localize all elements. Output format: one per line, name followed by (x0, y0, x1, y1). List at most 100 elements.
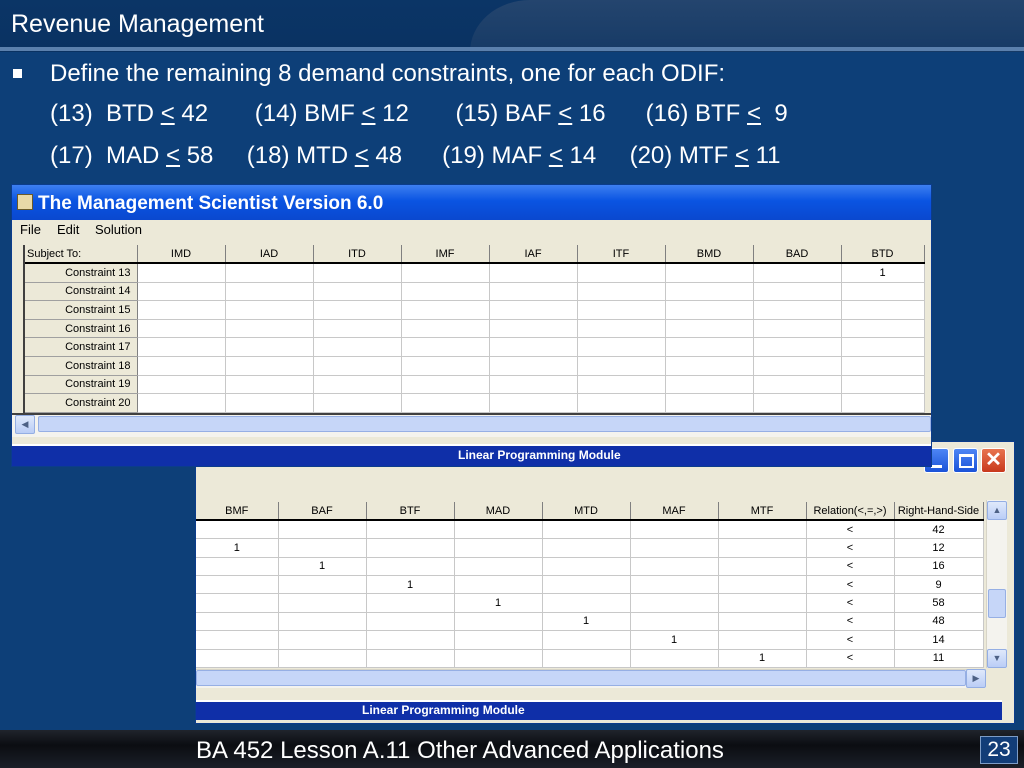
grid-cell[interactable] (630, 538, 719, 558)
front-horizontal-scroll-thumb[interactable] (38, 416, 931, 432)
scroll-down-button[interactable]: ▼ (987, 649, 1007, 668)
grid-cell[interactable] (665, 282, 754, 302)
column-header[interactable]: Right-Hand-Side (894, 502, 984, 521)
grid-cell[interactable] (489, 300, 578, 320)
column-header[interactable]: MTD (542, 502, 631, 521)
column-header[interactable]: Relation(<,=,>) (806, 502, 895, 521)
grid-cell[interactable] (577, 282, 666, 302)
grid-cell[interactable] (278, 538, 367, 558)
vertical-scroll-thumb[interactable] (988, 589, 1006, 618)
column-header[interactable]: BAD (753, 245, 842, 264)
column-header[interactable]: BMD (665, 245, 754, 264)
grid-cell[interactable] (313, 375, 402, 395)
grid-cell[interactable] (841, 300, 925, 320)
grid-cell[interactable] (841, 375, 925, 395)
row-header[interactable]: Constraint 16 (25, 319, 138, 339)
grid-cell[interactable] (489, 319, 578, 339)
grid-cell[interactable] (366, 538, 455, 558)
row-header[interactable]: Constraint 15 (25, 300, 138, 320)
grid-cell[interactable] (366, 630, 455, 650)
grid-cell[interactable] (577, 319, 666, 339)
grid-cell[interactable] (401, 375, 490, 395)
column-header[interactable]: MTF (718, 502, 807, 521)
grid-cell[interactable] (313, 300, 402, 320)
grid-cell[interactable] (753, 319, 842, 339)
grid-cell[interactable]: < (806, 649, 895, 669)
grid-cell[interactable] (313, 337, 402, 358)
grid-cell[interactable] (278, 593, 367, 613)
grid-cell[interactable] (401, 337, 490, 358)
grid-cell[interactable]: 48 (894, 612, 984, 632)
grid-cell[interactable]: 42 (894, 520, 984, 540)
grid-cell[interactable]: 16 (894, 557, 984, 577)
grid-cell[interactable] (489, 356, 578, 376)
grid-cell[interactable] (196, 649, 279, 669)
grid-cell[interactable] (542, 538, 631, 558)
column-header[interactable]: IAD (225, 245, 314, 264)
grid-cell[interactable] (630, 649, 719, 669)
vertical-scrollbar[interactable] (986, 500, 1007, 668)
grid-cell[interactable] (489, 337, 578, 358)
grid-cell[interactable] (278, 612, 367, 632)
scroll-left-button[interactable]: ◀ (15, 415, 35, 434)
grid-cell[interactable] (137, 337, 226, 358)
grid-cell[interactable] (137, 282, 226, 302)
grid-cell[interactable]: 1 (278, 557, 367, 577)
grid-cell[interactable]: < (806, 557, 895, 577)
grid-cell[interactable] (196, 593, 279, 613)
grid-cell[interactable] (401, 356, 490, 376)
grid-cell[interactable] (542, 557, 631, 577)
grid-cell[interactable]: 9 (894, 575, 984, 595)
column-header[interactable]: ITF (577, 245, 666, 264)
grid-cell[interactable] (454, 575, 543, 595)
grid-cell[interactable] (577, 356, 666, 376)
row-header[interactable]: Constraint 20 (25, 393, 138, 413)
column-header[interactable]: IAF (489, 245, 578, 264)
grid-cell[interactable] (454, 630, 543, 650)
grid-cell[interactable]: 1 (454, 593, 543, 613)
grid-cell[interactable] (718, 630, 807, 650)
grid-cell[interactable] (841, 282, 925, 302)
grid-cell[interactable]: 58 (894, 593, 984, 613)
grid-cell[interactable] (313, 319, 402, 339)
grid-cell[interactable] (366, 520, 455, 540)
grid-cell[interactable] (665, 375, 754, 395)
grid-cell[interactable] (577, 375, 666, 395)
grid-cell[interactable] (196, 575, 279, 595)
grid-cell[interactable]: < (806, 630, 895, 650)
grid-cell[interactable] (577, 300, 666, 320)
grid-cell[interactable] (454, 538, 543, 558)
grid-cell[interactable] (753, 282, 842, 302)
grid-cell[interactable] (401, 393, 490, 413)
grid-cell[interactable] (542, 649, 631, 669)
column-header[interactable]: BMF (196, 502, 279, 521)
grid-cell[interactable] (753, 263, 842, 283)
back-horizontal-scroll-thumb[interactable] (196, 670, 966, 686)
grid-cell[interactable] (718, 520, 807, 540)
grid-cell[interactable] (225, 393, 314, 413)
grid-cell[interactable] (196, 630, 279, 650)
grid-cell[interactable] (313, 282, 402, 302)
grid-cell[interactable] (366, 593, 455, 613)
close-button[interactable]: ✕ (981, 448, 1006, 473)
grid-cell[interactable] (665, 393, 754, 413)
grid-cell[interactable]: 12 (894, 538, 984, 558)
grid-cell[interactable]: 1 (630, 630, 719, 650)
grid-cell[interactable] (718, 557, 807, 577)
grid-cell[interactable] (718, 575, 807, 595)
grid-cell[interactable] (489, 375, 578, 395)
grid-cell[interactable] (542, 630, 631, 650)
grid-cell[interactable] (841, 393, 925, 413)
grid-cell[interactable] (753, 375, 842, 395)
maximize-button[interactable] (953, 448, 978, 473)
column-header[interactable]: IMD (137, 245, 226, 264)
grid-cell[interactable] (454, 557, 543, 577)
grid-cell[interactable]: 1 (718, 649, 807, 669)
grid-cell[interactable] (630, 593, 719, 613)
grid-cell[interactable] (137, 319, 226, 339)
grid-cell[interactable] (718, 593, 807, 613)
scroll-up-button[interactable]: ▲ (987, 501, 1007, 520)
grid-cell[interactable]: 11 (894, 649, 984, 669)
grid-cell[interactable] (196, 557, 279, 577)
grid-cell[interactable] (196, 612, 279, 632)
